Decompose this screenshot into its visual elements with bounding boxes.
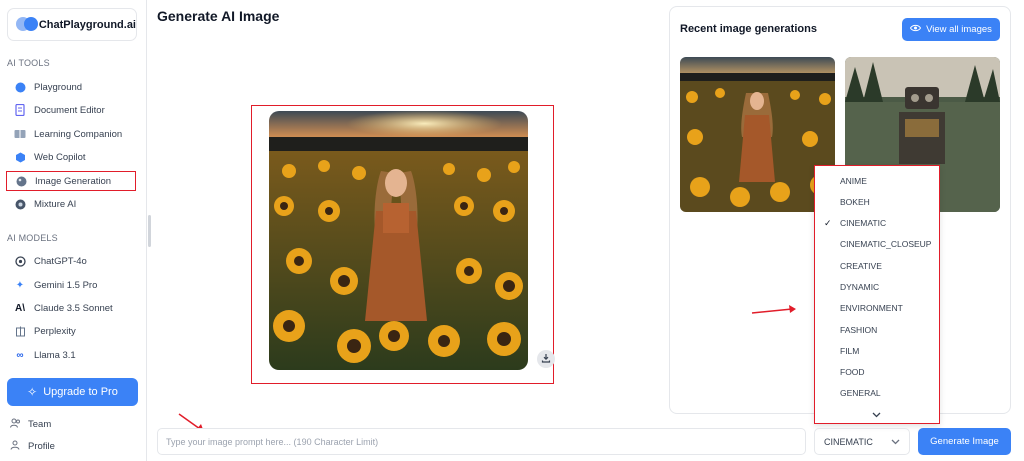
team-label: Team xyxy=(28,419,52,430)
style-dropdown-menu: ANIME BOKEH ✓ CINEMATIC CINEMATIC_CLOSEUP… xyxy=(814,165,940,424)
anthropic-icon: A\ xyxy=(15,302,25,314)
style-option-label: CINEMATIC_CLOSEUP xyxy=(840,239,932,249)
sidebar-item-label: Claude 3.5 Sonnet xyxy=(34,302,113,314)
download-icon xyxy=(541,353,551,366)
style-option-label: CINEMATIC xyxy=(840,218,887,228)
sidebar-item-label: Llama 3.1 xyxy=(34,349,76,361)
sidebar-item-label: Learning Companion xyxy=(34,128,123,140)
style-option-selected[interactable]: ✓ CINEMATIC xyxy=(815,214,939,232)
sidebar-item-label: Image Generation xyxy=(35,175,112,187)
sidebar-item-label: Playground xyxy=(34,81,83,93)
sidebar-item-label: Gemini 1.5 Pro xyxy=(34,279,98,291)
recent-image-thumbnail[interactable] xyxy=(680,57,835,212)
recent-generations-title: Recent image generations xyxy=(680,23,817,35)
generate-image-button[interactable]: Generate Image xyxy=(918,428,1011,455)
style-option-label: FASHION xyxy=(840,325,878,335)
ai-tools-label: AI TOOLS xyxy=(7,58,50,68)
style-option[interactable]: CINEMATIC_CLOSEUP xyxy=(815,235,939,253)
sidebar-item-web-copilot[interactable]: Web Copilot xyxy=(6,147,136,167)
book-icon xyxy=(14,128,26,140)
checkmark-icon: ✓ xyxy=(824,217,832,228)
generated-image[interactable] xyxy=(269,111,528,370)
style-option[interactable]: FOOD xyxy=(815,363,939,381)
annotation-arrow-icon xyxy=(751,305,796,314)
style-option[interactable]: FASHION xyxy=(815,321,939,339)
view-all-images-button[interactable]: View all images xyxy=(902,18,1000,41)
sidebar-item-label: ChatGPT-4o xyxy=(34,255,87,267)
style-option[interactable]: GENERAL xyxy=(815,384,939,402)
style-option-label: GENERAL xyxy=(840,388,881,398)
sidebar-item-chatgpt[interactable]: ChatGPT-4o xyxy=(6,251,136,271)
style-option-label: CREATIVE xyxy=(840,261,882,271)
perplexity-icon xyxy=(14,325,26,337)
logo-icon xyxy=(16,16,38,34)
sidebar: ChatPlayground.ai AI TOOLS Playground Do… xyxy=(0,0,147,461)
style-option[interactable]: FILM xyxy=(815,342,939,360)
sidebar-item-profile[interactable]: Profile xyxy=(10,440,55,453)
sidebar-item-playground[interactable]: Playground xyxy=(6,77,136,97)
style-option-label: ENVIRONMENT xyxy=(840,303,903,313)
blend-icon xyxy=(14,198,26,210)
image-prompt-input[interactable] xyxy=(157,428,806,455)
brand-logo[interactable]: ChatPlayground.ai xyxy=(7,8,137,41)
style-select-value: CINEMATIC xyxy=(824,436,873,447)
view-all-label: View all images xyxy=(926,24,992,35)
globe-icon xyxy=(14,151,26,163)
image-icon xyxy=(15,175,27,187)
sidebar-item-team[interactable]: Team xyxy=(10,418,51,431)
style-option[interactable]: ENVIRONMENT xyxy=(815,299,939,317)
sidebar-item-label: Document Editor xyxy=(34,104,105,116)
style-option[interactable]: BOKEH xyxy=(815,193,939,211)
team-icon xyxy=(10,418,22,431)
style-select[interactable]: CINEMATIC xyxy=(814,428,910,455)
chevron-down-icon xyxy=(891,437,900,447)
sidebar-item-llama[interactable]: ∞ Llama 3.1 xyxy=(6,345,136,365)
ai-models-label: AI MODELS xyxy=(7,233,58,243)
chevron-down-icon[interactable] xyxy=(872,410,881,420)
upgrade-to-pro-button[interactable]: ✧ Upgrade to Pro xyxy=(7,378,138,406)
generate-label: Generate Image xyxy=(930,436,999,447)
profile-label: Profile xyxy=(28,441,55,452)
sparkle-icon: ✧ xyxy=(27,385,38,399)
style-option-label: ANIME xyxy=(840,176,867,186)
style-option[interactable]: CREATIVE xyxy=(815,257,939,275)
upgrade-label: Upgrade to Pro xyxy=(43,386,118,398)
eye-icon xyxy=(910,24,922,35)
sidebar-item-label: Mixture AI xyxy=(34,198,77,210)
brand-name: ChatPlayground.ai xyxy=(38,18,136,31)
style-option-label: FILM xyxy=(840,346,860,356)
sidebar-item-gemini[interactable]: ✦ Gemini 1.5 Pro xyxy=(6,275,136,295)
sidebar-scrollbar[interactable] xyxy=(148,215,151,247)
style-option-label: BOKEH xyxy=(840,197,870,207)
chat-bubble-icon xyxy=(14,81,26,93)
style-option[interactable]: ANIME xyxy=(815,172,939,190)
document-icon xyxy=(14,104,26,116)
style-option[interactable]: DYNAMIC xyxy=(815,278,939,296)
meta-icon: ∞ xyxy=(16,349,24,361)
style-option-label: DYNAMIC xyxy=(840,282,880,292)
style-option-label: FOOD xyxy=(840,367,865,377)
profile-icon xyxy=(10,440,22,453)
gemini-icon: ✦ xyxy=(15,279,25,291)
sidebar-item-document-editor[interactable]: Document Editor xyxy=(6,100,136,120)
sidebar-item-label: Web Copilot xyxy=(34,151,86,163)
sidebar-item-mixture-ai[interactable]: Mixture AI xyxy=(6,194,136,214)
openai-icon xyxy=(14,255,26,267)
sidebar-item-label: Perplexity xyxy=(34,325,76,337)
sidebar-item-claude[interactable]: A\ Claude 3.5 Sonnet xyxy=(6,298,136,318)
sidebar-item-learning-companion[interactable]: Learning Companion xyxy=(6,124,136,144)
sidebar-item-perplexity[interactable]: Perplexity xyxy=(6,321,136,341)
sidebar-item-image-generation[interactable]: Image Generation xyxy=(6,171,136,191)
download-button[interactable] xyxy=(537,350,555,368)
page-title: Generate AI Image xyxy=(157,8,280,24)
